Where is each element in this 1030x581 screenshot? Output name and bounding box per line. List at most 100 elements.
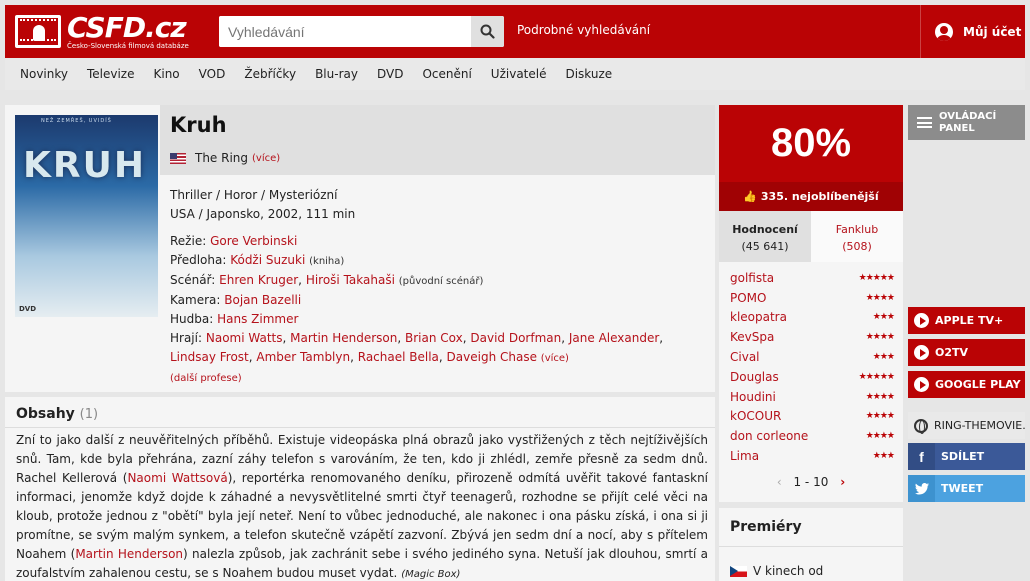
person-link[interactable]: Amber Tamblyn [256,350,350,364]
rating-box: 80% 👍 335. nejoblíbenější Hodnocení (45 … [719,105,903,502]
search-icon [480,24,495,39]
control-panel-button[interactable]: OVLÁDACÍ PANEL [908,105,1025,140]
film-poster[interactable]: NEŽ ZEMŘEŠ, UVIDÍŠ KRUH DVD [15,115,158,317]
nav-item-novinky[interactable]: Novinky [20,67,68,81]
tab-ratings-count: (45 641) [741,240,789,253]
person-link[interactable]: Kódži Suzuki [230,253,305,267]
user-link[interactable]: kOCOUR [730,409,781,423]
user-link[interactable]: kleopatra [730,310,787,324]
advanced-search-link[interactable]: Podrobné vyhledávání [517,23,650,37]
nav-item-vod[interactable]: VOD [199,67,226,81]
poster-dvd-badge: DVD [19,305,37,313]
list-item: don corleone ★★★★ [730,426,895,446]
credit-source: Předloha: Kódži Suzuki (kniha) [170,251,700,271]
tab-fanclub[interactable]: Fanklub (508) [811,211,903,262]
plot-source: (Magic Box) [401,569,461,580]
nav-item-oceneni[interactable]: Ocenění [422,67,471,81]
user-link[interactable]: golfista [730,271,774,285]
nav-item-televize[interactable]: Televize [87,67,135,81]
play-icon [914,313,929,328]
nav-item-kino[interactable]: Kino [154,67,180,81]
nav-item-zebricky[interactable]: Žebříčky [244,67,296,81]
more-professions-link[interactable]: (další profese) [170,373,242,384]
user-ratings-list: golfista ★★★★★ POMO ★★★★ kleopatra ★★★ KevS… [730,268,895,466]
person-link[interactable]: Martin Henderson [290,331,397,345]
person-link[interactable]: Brian Cox [405,331,463,345]
user-link[interactable]: Houdini [730,390,776,404]
header-divider [920,5,921,58]
credit-label: Hudba: [170,312,214,326]
person-link[interactable]: Lindsay Frost [170,350,249,364]
rank-text: 335. nejoblíbenější [760,190,879,203]
list-item: Cival ★★★ [730,347,895,367]
user-link[interactable]: Cival [730,350,760,364]
control-panel-label: OVLÁDACÍ PANEL [939,111,997,134]
person-link[interactable]: Hiroši Takahaši [306,273,395,287]
user-link[interactable]: Douglas [730,370,779,384]
person-link[interactable]: Rachael Bella [358,350,439,364]
credit-label: Scénář: [170,273,216,287]
chevron-left-icon[interactable]: ‹ [777,475,782,489]
credit-label: Kamera: [170,293,221,307]
chevron-right-icon[interactable]: › [840,475,845,489]
tab-ratings[interactable]: Hodnocení (45 641) [719,211,811,262]
more-cast-link[interactable]: (více) [541,353,569,364]
user-link[interactable]: Lima [730,449,759,463]
person-link[interactable]: Naomi Watts [206,331,283,345]
account-button[interactable]: Můj účet [935,23,1021,41]
list-item: KevSpa ★★★★ [730,327,895,347]
search-input[interactable] [219,16,469,47]
vod-apple-tv-button[interactable]: APPLE TV+ [908,307,1025,334]
rating-rank[interactable]: 👍 335. nejoblíbenější [719,182,903,211]
plot-divider [5,427,715,428]
search-button[interactable] [471,16,504,47]
tab-ratings-label: Hodnocení [732,223,798,236]
cz-flag-icon [730,565,747,577]
person-link[interactable]: David Dorfman [470,331,561,345]
nav-item-bluray[interactable]: Blu-ray [315,67,358,81]
star-rating: ★★★ [872,352,895,363]
person-link[interactable]: Ehren Kruger [219,273,298,287]
nav-item-dvd[interactable]: DVD [377,67,403,81]
user-link[interactable]: don corleone [730,429,808,443]
credit-script: Scénář: Ehren Kruger, Hiroši Takahaši (p… [170,273,484,287]
list-item: kleopatra ★★★ [730,308,895,328]
twitter-tweet-button[interactable]: TWEET [908,475,1025,502]
person-link[interactable]: Gore Verbinski [210,234,297,248]
person-link[interactable]: Daveigh Chase [447,350,537,364]
film-title: Kruh [170,113,227,137]
menu-icon [917,117,932,128]
facebook-share-button[interactable]: f SDÍLET [908,443,1025,470]
person-link[interactable]: Bojan Bazelli [224,293,301,307]
actor-link[interactable]: Martin Henderson [75,547,183,561]
user-link[interactable]: POMO [730,291,766,305]
film-genres: Thriller / Horor / Mysteriózní [170,188,338,202]
person-link[interactable]: Jane Alexander [569,331,659,345]
premiere-text: V kinech od [753,564,824,578]
film-credits: Režie: Gore Verbinski Předloha: Kódži Su… [170,232,700,388]
plot-section: Obsahy (1) Zní to jako další z neuvěřite… [5,397,715,581]
poster-title: KRUH [23,145,146,186]
star-rating: ★★★★ [865,332,895,343]
site-logo[interactable]: CSFD.cz Česko-Slovenská filmová databáze [15,11,189,53]
user-avatar-icon [935,23,953,41]
nav-item-diskuze[interactable]: Diskuze [565,67,612,81]
more-titles-link[interactable]: (více) [252,153,280,164]
person-link[interactable]: Hans Zimmer [217,312,298,326]
star-rating: ★★★★★ [858,272,895,283]
vod-o2tv-button[interactable]: O2TV [908,339,1025,366]
user-link[interactable]: KevSpa [730,330,774,344]
credit-camera: Kamera: Bojan Bazelli [170,291,700,310]
official-website-link[interactable]: RING-THEMOVIE.COM [908,412,1025,439]
plot-text: Zní to jako další z neuvěřitelných příbě… [16,431,708,581]
tab-fanclub-label: Fanklub [835,223,879,236]
actor-link[interactable]: Naomi Wattsová [127,471,227,485]
plot-count: (1) [79,407,99,422]
list-item: golfista ★★★★★ [730,268,895,288]
vod-google-play-button[interactable]: GOOGLE PLAY [908,371,1025,398]
credit-cast: Hrají: Naomi Watts, Martin Henderson, Br… [170,331,664,364]
nav-item-uzivatele[interactable]: Uživatelé [491,67,547,81]
us-flag-icon [170,152,186,164]
premieres-divider [719,546,903,547]
star-rating: ★★★★ [865,391,895,402]
